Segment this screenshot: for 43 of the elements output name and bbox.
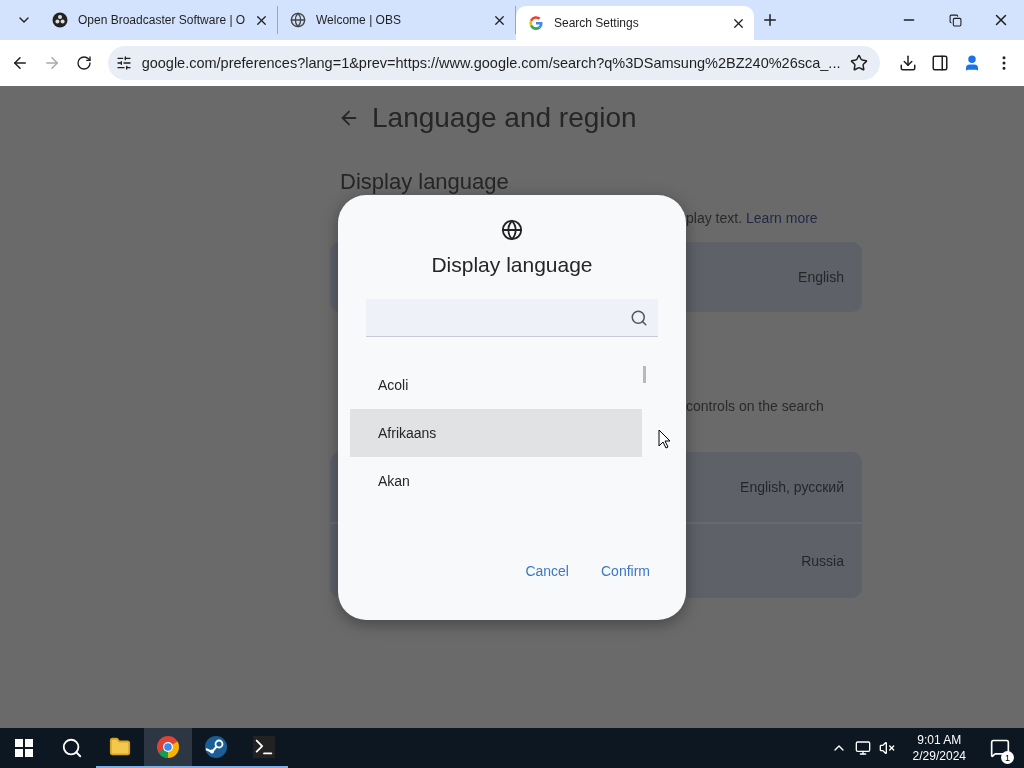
cancel-button[interactable]: Cancel (525, 559, 569, 583)
language-option[interactable]: Afrikaans (350, 409, 642, 457)
address-bar[interactable]: google.com/preferences?lang=1&prev=https://www.google.com/search?q%3DSamsung%2BZ240%26sca_... (107, 46, 881, 80)
scrollbar-thumb[interactable] (643, 366, 646, 383)
browser-tab[interactable]: Search Settings (516, 6, 754, 40)
setting-value: English, русский (740, 479, 844, 495)
download-icon[interactable] (899, 54, 918, 72)
notification-count: 1 (1001, 751, 1014, 764)
globe-icon (501, 219, 523, 241)
chrome-logo-icon[interactable] (156, 735, 180, 759)
mouse-cursor-icon (658, 429, 671, 449)
globe-icon (290, 12, 306, 28)
taskbar-app-button[interactable] (144, 728, 192, 768)
muted-volume-icon[interactable] (878, 740, 895, 756)
network-icon[interactable] (854, 740, 871, 756)
new-tab-icon[interactable] (761, 11, 779, 29)
browser-tab[interactable]: Open Broadcaster Software | O (40, 6, 278, 34)
start-icon[interactable] (15, 739, 33, 757)
clock-time[interactable]: 9:01 AM (917, 732, 962, 748)
language-option[interactable]: Acoli (350, 361, 642, 409)
setting-value: Russia (801, 553, 844, 569)
page-title: Language and region (372, 102, 637, 134)
search-field[interactable] (366, 299, 658, 337)
description-text: play text. (686, 210, 743, 226)
reload-icon[interactable] (75, 55, 92, 71)
bookmark-star-icon[interactable] (850, 54, 869, 72)
obs-logo-icon (52, 12, 68, 28)
setting-value: English (798, 269, 844, 285)
description-text: controls on the search (686, 398, 824, 414)
side-panel-icon[interactable] (931, 54, 950, 72)
dialog-title: Display language (431, 253, 593, 277)
terminal-icon[interactable] (253, 736, 275, 758)
confirm-button[interactable]: Confirm (601, 559, 650, 583)
section-heading: Display language (340, 170, 510, 194)
site-settings-icon[interactable] (115, 55, 132, 71)
language-option[interactable]: Akan (350, 457, 642, 505)
google-g-icon (528, 15, 544, 31)
restore-icon[interactable] (948, 13, 962, 27)
folder-icon[interactable] (109, 736, 131, 758)
clock-date[interactable]: 2/29/2024 (912, 748, 966, 764)
search-icon[interactable] (630, 308, 648, 327)
steam-logo-icon[interactable] (204, 735, 228, 759)
search-icon[interactable] (61, 737, 83, 759)
